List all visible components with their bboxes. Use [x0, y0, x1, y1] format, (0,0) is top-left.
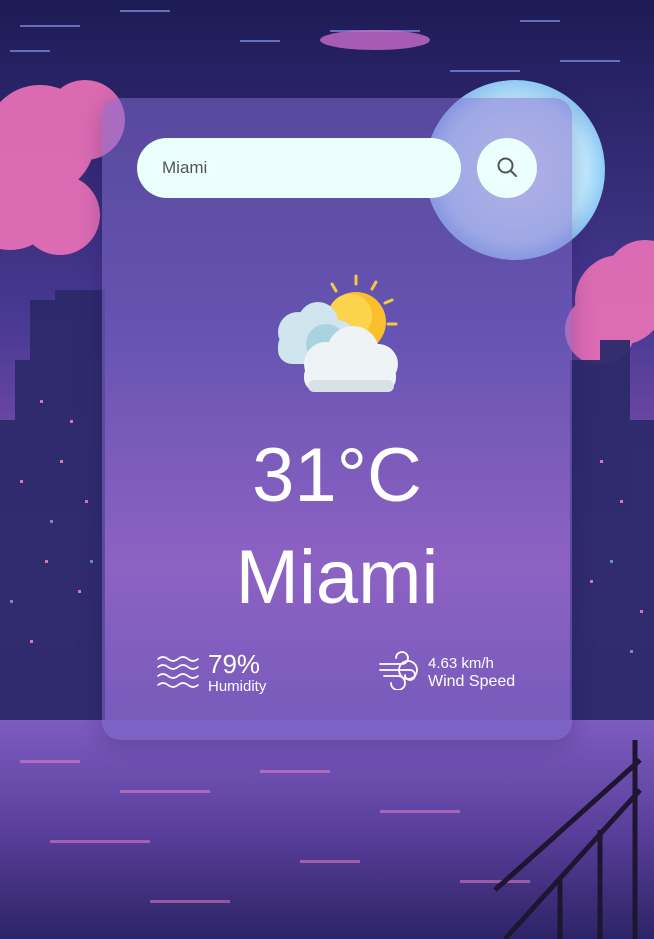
search-button[interactable] — [477, 138, 537, 198]
search-icon — [496, 156, 518, 181]
wind-icon — [378, 650, 420, 695]
search-input[interactable] — [137, 138, 461, 198]
humidity-value: 79% — [208, 649, 261, 679]
wind-speed-label: Wind Speed — [428, 672, 516, 690]
wind-text: 4.63 km/h Wind Speed — [428, 655, 515, 691]
humidity-label: Humidity — [208, 678, 267, 695]
partly-cloudy-sun-icon — [268, 272, 406, 396]
humidity-waves-icon — [156, 651, 200, 696]
humidity-text: 79% Humidity — [208, 650, 266, 696]
temperature: 31°C — [252, 433, 422, 518]
weather-details: 79% Humidity 4.63 km/h Wind Speed — [156, 650, 518, 700]
wind-block: 4.63 km/h Wind Speed — [378, 650, 515, 695]
weather-card: 31°C Miami 79% Humidity — [102, 98, 572, 740]
city-name: Miami — [235, 535, 439, 620]
search-bar — [137, 138, 537, 198]
humidity-block: 79% Humidity — [156, 650, 266, 696]
wind-speed-value: 4.63 km/h — [428, 654, 494, 672]
